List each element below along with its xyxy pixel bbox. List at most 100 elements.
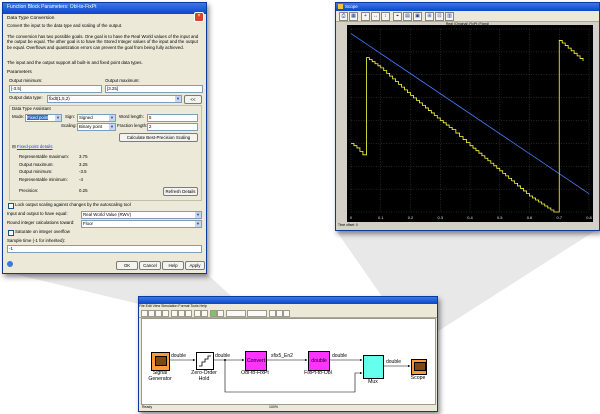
- sample-time-label: Sample time (-1 for inherited):: [7, 238, 66, 243]
- restore-axes-icon[interactable]: ▣: [413, 12, 422, 21]
- block-parameters-dialog: Function Block Parameters: Obl-to-FixPt …: [2, 2, 207, 274]
- mode-select[interactable]: Fixed point ▼: [25, 114, 62, 122]
- open-icon[interactable]: [148, 310, 155, 317]
- equal-value: Real World Value (RWV): [83, 212, 132, 217]
- close-icon[interactable]: ×: [194, 12, 204, 22]
- print-icon[interactable]: ⎙: [339, 12, 348, 21]
- zero-order-hold-block[interactable]: [196, 352, 214, 370]
- autoscale-icon[interactable]: ⌖: [393, 12, 402, 21]
- zoom-x-icon[interactable]: ↔: [371, 12, 380, 21]
- precision-label: Precision:: [19, 188, 39, 193]
- lock-scaling-label: Lock output scaling against changes by t…: [15, 202, 131, 207]
- stop-icon[interactable]: [217, 310, 224, 317]
- fixed-point-details-link[interactable]: Fixed-point details: [17, 144, 53, 149]
- lock-scaling-checkbox[interactable]: [8, 203, 14, 209]
- fraction-length-field[interactable]: 2: [147, 123, 198, 131]
- status-text: Ready: [142, 405, 153, 409]
- chevron-down-icon: ▼: [175, 96, 181, 102]
- equal-select[interactable]: Real World Value (RWV) ▼: [81, 211, 202, 219]
- signal-selection-icon[interactable]: ▥: [445, 12, 454, 21]
- zoom-level: 100%: [269, 405, 278, 409]
- scaling-value: Binary point: [79, 124, 103, 129]
- model-statusbar: Ready 100%: [139, 404, 437, 411]
- detail-label: Representable minimum:: [19, 176, 68, 182]
- help-button[interactable]: Help: [162, 261, 184, 270]
- apply-button[interactable]: Apply: [185, 261, 205, 270]
- x-tick-label: 0.6: [527, 215, 533, 220]
- signal-label: sfix5_En2: [271, 353, 293, 359]
- convert-block[interactable]: Convert: [245, 351, 267, 371]
- model-titlebar: _□×: [139, 297, 437, 313]
- word-length-field[interactable]: 5: [147, 114, 198, 122]
- lock-axes-icon[interactable]: ⊡: [435, 12, 444, 21]
- round-value: Floor: [83, 221, 94, 226]
- sample-time-field[interactable]: -1: [7, 245, 202, 253]
- signal-generator-label: Signal Generator: [148, 370, 172, 382]
- description-2: The conversion has two possible goals. O…: [7, 34, 199, 50]
- fixpt-to-dbl-block[interactable]: double: [308, 351, 330, 371]
- redo-icon[interactable]: [201, 310, 208, 317]
- refresh-details-button[interactable]: Refresh Details: [163, 187, 198, 196]
- assistant-label: Data Type Assistant: [12, 106, 51, 111]
- equal-label: Input and output to have equal:: [7, 211, 68, 216]
- debug-icon[interactable]: [283, 310, 290, 317]
- description-3: The input and the output support all bui…: [7, 60, 143, 65]
- calculate-scaling-button[interactable]: Calculate Best-Precision Scaling: [119, 133, 198, 142]
- copy-icon[interactable]: [178, 310, 185, 317]
- hide-assistant-button[interactable]: <<: [184, 95, 202, 104]
- print-icon[interactable]: [162, 310, 169, 317]
- saturate-checkbox[interactable]: [8, 230, 14, 236]
- scaling-label: Scaling:: [61, 123, 77, 128]
- ok-button[interactable]: OK: [116, 261, 138, 270]
- parameters-icon[interactable]: ▦: [349, 12, 358, 21]
- fixpt-to-dbl-label: FixPt-to-Obl: [304, 370, 332, 376]
- scaling-select[interactable]: Binary point ▼: [77, 123, 116, 131]
- save-icon[interactable]: [155, 310, 162, 317]
- x-tick-label: 0.4: [467, 215, 473, 220]
- sign-select[interactable]: Signed ▼: [77, 114, 116, 122]
- dialog-title: Function Block Parameters: Obl-to-FixPt: [7, 4, 97, 10]
- sim-mode-select[interactable]: [247, 310, 267, 317]
- chevron-down-icon: ▼: [109, 124, 115, 130]
- details-row: Output maximum: 3.25: [19, 162, 119, 170]
- simulink-model-window: _□× File Edit View Simulation Format Too…: [138, 296, 438, 412]
- data-type-value: fixdt(1,5,2): [49, 96, 70, 101]
- convert-block-label: Obl-to-FixPt: [241, 370, 269, 376]
- signal-generator-block[interactable]: [151, 352, 170, 371]
- mux-block[interactable]: [363, 355, 384, 379]
- saturate-label: Saturate on integer overflow: [15, 229, 70, 234]
- new-icon[interactable]: [141, 310, 148, 317]
- scope-screen-icon: [414, 362, 426, 371]
- cancel-button[interactable]: Cancel: [139, 261, 161, 270]
- explorer-icon[interactable]: [276, 310, 283, 317]
- zoom-in-icon[interactable]: +: [361, 12, 370, 21]
- floating-scope-icon[interactable]: ⊞: [425, 12, 434, 21]
- chevron-down-icon: ▼: [195, 212, 201, 218]
- play-icon[interactable]: [210, 310, 217, 317]
- mux-label: Mux: [368, 379, 378, 385]
- output-max-label: Output maximum:: [105, 78, 140, 83]
- output-min-label: Output minimum:: [9, 78, 43, 83]
- output-max-field[interactable]: [3.25]: [105, 85, 203, 93]
- chevron-down-icon: ▼: [195, 221, 201, 227]
- save-axes-icon[interactable]: ▤: [403, 12, 412, 21]
- paste-icon[interactable]: [185, 310, 192, 317]
- undo-icon[interactable]: [194, 310, 201, 317]
- word-length-label: Word length:: [119, 114, 144, 119]
- data-type-select[interactable]: fixdt(1,5,2) ▼: [47, 95, 182, 103]
- cut-icon[interactable]: [171, 310, 178, 317]
- scope-block[interactable]: [411, 359, 427, 375]
- model-canvas[interactable]: Signal Generator Zero-Order Hold Convert…: [141, 318, 436, 405]
- zoom-y-icon[interactable]: ↕: [381, 12, 390, 21]
- signal-generator-icon: [155, 356, 167, 366]
- signal-label: double: [171, 353, 187, 359]
- description-1: Convert the input to the data type and s…: [7, 23, 123, 28]
- output-min-field[interactable]: [-3.5]: [9, 85, 102, 93]
- stop-time-field[interactable]: [226, 310, 246, 317]
- library-icon[interactable]: [269, 310, 276, 317]
- fixed-point-details-toggle[interactable]: ⊟ Fixed-point details: [12, 144, 53, 149]
- detail-value: 3.75: [79, 154, 88, 159]
- scope-app-icon: [338, 4, 343, 9]
- round-select[interactable]: Floor ▼: [81, 220, 202, 228]
- signal-label: double: [215, 353, 231, 359]
